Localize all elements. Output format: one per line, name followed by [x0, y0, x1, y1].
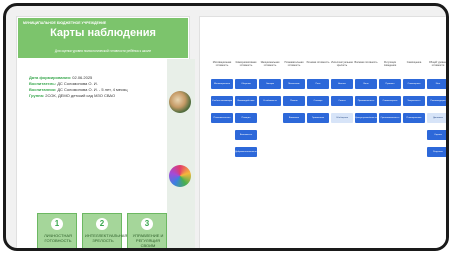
- info-value: ДС Соломонова О. И. - 5 лет, 4 месяц: [57, 87, 128, 92]
- info-value: 2СОК, ДЕМО детский сад МЗО СВАО: [45, 93, 116, 98]
- diagram-box[interactable]: Учебная мотивация: [211, 96, 233, 106]
- screen-frame: МУНИЦИПАЛЬНОЕ БЮДЖЕТНОЕ УЧРЕЖДЕНИЕ Карты…: [3, 3, 449, 251]
- child-photo: [169, 91, 191, 113]
- page-title: Карты наблюдения: [50, 27, 156, 39]
- card-label: ЛИЧНОСТНАЯ ГОТОВНОСТЬ: [44, 233, 72, 243]
- diagram-box[interactable]: Целеустремлённость: [355, 113, 377, 123]
- column-header: Самооценка: [406, 61, 422, 64]
- column-header: Волевая готовность: [354, 61, 378, 64]
- diagram-box[interactable]: Самооценка: [403, 79, 425, 89]
- diagram-document: Мотивационная готовность Мотивационная Уче…: [199, 16, 448, 248]
- diagram-box[interactable]: Эмоции: [259, 79, 281, 89]
- card-label: ИНТЕЛЛЕКТУАЛЬНАЯ ЗРЕЛОСТЬ: [85, 233, 128, 243]
- column-header: Эмоциональная готовность: [260, 61, 280, 67]
- diagram-box[interactable]: Словарь: [307, 96, 329, 106]
- diagram-box[interactable]: Обобщение: [331, 113, 353, 123]
- diagram-box[interactable]: Внимание: [283, 113, 305, 123]
- diagram-box[interactable]: Произвольность: [355, 96, 377, 106]
- readiness-card[interactable]: 3 УПРАВЛЕНИЕ И РЕГУЛЯЦИЯ СВОИМ ПОВЕДЕНИЕ…: [127, 213, 167, 251]
- column-header: Интеллектуальная зрелость: [331, 61, 353, 67]
- observation-card-document: МУНИЦИПАЛЬНОЕ БЮДЖЕТНОЕ УЧРЕЖДЕНИЕ Карты…: [16, 16, 195, 251]
- diagram-box[interactable]: Память: [283, 96, 305, 106]
- diagram-box[interactable]: Динамика: [427, 113, 446, 123]
- info-value: 02.06.2025: [72, 75, 93, 80]
- diagram-box[interactable]: Вежливость: [235, 130, 257, 140]
- diagram-box[interactable]: Взаимодействие: [235, 96, 257, 106]
- diagram-box[interactable]: Планирование: [403, 113, 425, 123]
- card-number: 2: [96, 218, 108, 230]
- document-header: МУНИЦИПАЛЬНОЕ БЮДЖЕТНОЕ УЧРЕЖДЕНИЕ Карты…: [18, 18, 188, 58]
- info-label: Воспитанник:: [29, 87, 57, 92]
- diagram-box[interactable]: Уверенность: [403, 96, 425, 106]
- column-header: Речевая готовность: [306, 61, 330, 64]
- diagram-box[interactable]: Познавательная мотивация: [211, 113, 233, 129]
- column-header: Общий уровень готовности: [428, 61, 448, 67]
- info-label: Дата формирования:: [29, 75, 72, 80]
- column-header: Регуляция поведения: [383, 61, 397, 67]
- diagram-box[interactable]: Оценка: [427, 130, 446, 140]
- readiness-cards: 1 ЛИЧНОСТНАЯ ГОТОВНОСТЬ 2 ИНТЕЛЛЕКТУАЛЬН…: [37, 213, 172, 251]
- card-label: УПРАВЛЕНИЕ И РЕГУЛЯЦИЯ СВОИМ ПОВЕДЕНИЕМ: [132, 233, 164, 251]
- info-row: Группа: 2СОК, ДЕМО детский сад МЗО СВАО: [29, 93, 128, 99]
- diagram-box[interactable]: Результат: [427, 147, 446, 157]
- diagram-box[interactable]: Синтез: [331, 96, 353, 106]
- diagram-box[interactable]: Итог: [427, 79, 446, 89]
- column-header: Мотивационная готовность: [212, 61, 232, 67]
- diagram-box[interactable]: Доброжелательность: [235, 147, 257, 157]
- diagram-box[interactable]: Рекомендации: [427, 96, 446, 106]
- diagram-box[interactable]: Грамматика: [307, 113, 329, 123]
- card-number: 3: [141, 218, 153, 230]
- page-subtitle: Для оценки уровня психологической готовн…: [54, 49, 152, 53]
- diagram-box[interactable]: Самоконтроль: [379, 96, 401, 106]
- diagram-box[interactable]: Мотивационная: [211, 79, 233, 89]
- toys-photo: [169, 165, 191, 187]
- readiness-card[interactable]: 2 ИНТЕЛЛЕКТУАЛЬНАЯ ЗРЕЛОСТЬ: [82, 213, 128, 248]
- readiness-card[interactable]: 1 ЛИЧНОСТНАЯ ГОТОВНОСТЬ: [37, 213, 77, 248]
- info-block: Дата формирования: 02.06.2025 Воспитател…: [29, 75, 128, 99]
- diagram-box[interactable]: Общение: [235, 79, 257, 89]
- diagram-box[interactable]: Воля: [355, 79, 377, 89]
- card-number: 1: [51, 218, 63, 230]
- info-label: Группа:: [29, 93, 45, 98]
- diagram-box[interactable]: Организованность: [379, 113, 401, 123]
- column-header: Познавательная готовность: [284, 61, 304, 67]
- diagram-box[interactable]: Анализ: [331, 79, 353, 89]
- column-header: Коммуникативная готовность: [235, 61, 257, 67]
- diagram-box[interactable]: Позиция: [235, 113, 257, 123]
- diagram-box[interactable]: Мышление: [283, 79, 305, 89]
- info-label: Воспитатель:: [29, 81, 57, 86]
- diagram-box[interactable]: Правила: [379, 79, 401, 89]
- diagram-box[interactable]: Речь: [307, 79, 329, 89]
- org-name: МУНИЦИПАЛЬНОЕ БЮДЖЕТНОЕ УЧРЕЖДЕНИЕ: [23, 21, 107, 25]
- info-value: ДС Соломонова О. И.: [57, 81, 98, 86]
- diagram-box[interactable]: Устойчивость: [259, 96, 281, 106]
